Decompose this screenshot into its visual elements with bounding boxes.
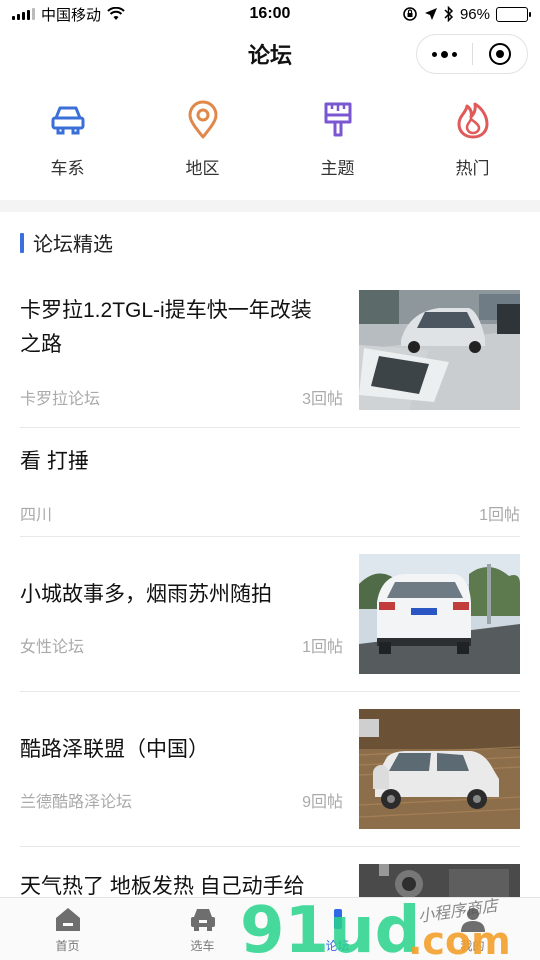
battery-percent: 96%	[459, 5, 490, 23]
profile-icon	[460, 908, 485, 932]
section-accent-bar	[20, 232, 24, 253]
post-thumbnail	[359, 864, 520, 897]
mini-program-capsule	[416, 34, 528, 74]
flame-icon	[457, 102, 488, 139]
wifi-icon	[107, 7, 125, 20]
brush-icon	[324, 102, 351, 137]
bluetooth-icon	[444, 6, 454, 22]
category-grid: 车系 地区 主题 热门	[0, 100, 540, 192]
close-mini-program-button[interactable]	[473, 35, 528, 73]
category-label: 车系	[50, 159, 85, 178]
page-title: 论坛	[247, 43, 292, 68]
car-icon	[51, 106, 84, 135]
section-header: 论坛精选	[20, 228, 113, 257]
post-thumbnail	[359, 709, 520, 829]
post-title: 小城故事多，烟雨苏州随拍	[20, 583, 272, 606]
status-bar: 中国移动 16:00 96%	[0, 0, 540, 28]
location-arrow-icon	[424, 8, 437, 20]
navigation-bar: 论坛	[0, 28, 540, 80]
forum-icon	[333, 909, 342, 929]
list-separator	[20, 536, 520, 537]
list-item[interactable]: 酷路泽联盟（中国） 兰德酷路泽论坛 9回帖	[20, 709, 520, 829]
list-item[interactable]: 小城故事多，烟雨苏州随拍 女性论坛 1回帖	[20, 554, 520, 674]
list-separator	[20, 427, 520, 428]
orientation-lock-icon	[403, 7, 417, 21]
list-item[interactable]: 看 打捶 四川 1回帖	[20, 437, 520, 527]
category-region[interactable]: 地区	[135, 100, 270, 192]
tab-label: 我的	[460, 939, 485, 953]
forum-source: 卡罗拉论坛	[20, 391, 101, 408]
tab-label: 选车	[190, 939, 215, 953]
location-pin-icon	[188, 100, 217, 139]
category-series[interactable]: 车系	[0, 100, 135, 192]
category-hot[interactable]: 热门	[405, 100, 540, 192]
reply-count: 1回帖	[302, 639, 343, 656]
reply-count: 9回帖	[302, 794, 343, 811]
battery-icon	[496, 6, 531, 22]
tab-label: 首页	[55, 939, 80, 953]
list-item[interactable]: 卡罗拉1.2TGL-i提车快一年改装 之路 卡罗拉论坛 3回帖	[20, 290, 520, 410]
tab-car-select[interactable]: 选车	[135, 898, 270, 960]
category-label: 热门	[455, 159, 490, 178]
car-front-icon	[190, 909, 215, 931]
tab-bar: 首页 选车 论坛 我的	[0, 897, 540, 960]
category-label: 地区	[185, 159, 220, 178]
reply-count: 3回帖	[302, 391, 343, 408]
post-thumbnail	[359, 290, 520, 410]
category-topic[interactable]: 主题	[270, 100, 405, 192]
reply-count: 1回帖	[479, 507, 520, 524]
forum-source: 四川	[20, 507, 53, 524]
section-divider-band	[0, 200, 540, 212]
home-icon	[55, 908, 80, 931]
post-title: 酷路泽联盟（中国）	[20, 738, 209, 761]
tab-forum[interactable]: 论坛	[270, 898, 405, 960]
category-label: 主题	[320, 159, 355, 178]
tab-home[interactable]: 首页	[0, 898, 135, 960]
more-menu-button[interactable]	[417, 35, 472, 73]
signal-strength-icon	[12, 8, 35, 20]
section-title: 论坛精选	[33, 234, 113, 256]
forum-source: 女性论坛	[20, 639, 85, 656]
list-separator	[20, 846, 520, 847]
more-dots-icon	[431, 50, 457, 58]
target-circle-icon	[488, 43, 511, 65]
post-title: 看 打捶	[20, 450, 89, 473]
list-separator	[20, 691, 520, 692]
forum-source: 兰德酷路泽论坛	[20, 794, 133, 811]
carrier-name: 中国移动	[41, 6, 102, 24]
tab-profile[interactable]: 我的	[405, 898, 540, 960]
post-title: 卡罗拉1.2TGL-i提车快一年改装 之路	[20, 299, 312, 356]
tab-label: 论坛	[325, 939, 350, 953]
post-thumbnail	[359, 554, 520, 674]
